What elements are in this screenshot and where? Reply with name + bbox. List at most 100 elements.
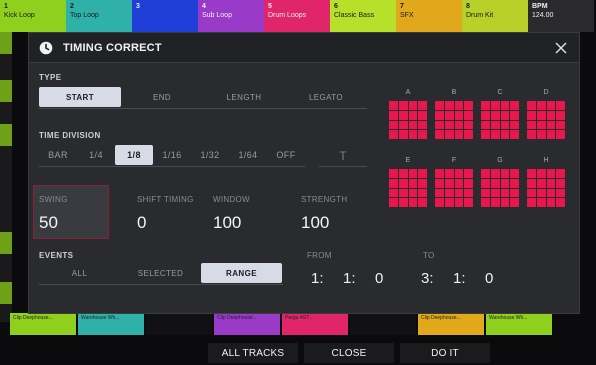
type-option-start[interactable]: START	[39, 87, 121, 107]
clip-slot: Warehouse Wh...	[78, 313, 144, 335]
pad-bank-grid[interactable]	[435, 169, 473, 207]
pad-cell	[389, 178, 398, 188]
dialog-title: TIMING CORRECT	[63, 42, 162, 54]
pad-cell	[500, 110, 510, 120]
dialog-header: TIMING CORRECT	[29, 33, 579, 63]
shift-timing-value[interactable]: 0	[137, 213, 146, 233]
pad-cell	[454, 130, 464, 139]
pad-cell	[389, 169, 398, 178]
range-from-bar[interactable]: 1:	[311, 270, 324, 287]
type-option-length[interactable]: LENGTH	[203, 87, 285, 107]
track-name: 124.00	[532, 12, 554, 19]
window-value[interactable]: 100	[213, 213, 241, 233]
pad-bank-grid[interactable]	[481, 169, 519, 207]
pad-cell	[546, 110, 556, 120]
division-option-1-32[interactable]: 1/32	[191, 145, 229, 165]
events-option-range[interactable]: RANGE	[201, 263, 282, 283]
track-header: 4 Sub Loop	[198, 0, 264, 32]
close-icon[interactable]	[553, 40, 569, 56]
range-to-tick[interactable]: 0	[485, 270, 493, 287]
pad-bank-grid[interactable]	[527, 101, 565, 139]
pad-cell	[464, 101, 473, 110]
close-button[interactable]: CLOSE	[304, 343, 394, 363]
track-number: 3	[136, 3, 140, 10]
pad-cell	[408, 130, 418, 139]
range-from-tick[interactable]: 0	[375, 270, 383, 287]
range-from-label: FROM	[307, 251, 332, 260]
range-to-beat[interactable]: 1:	[453, 270, 466, 287]
pad-cell	[444, 169, 454, 178]
pad-cell	[408, 178, 418, 188]
division-option-1-8[interactable]: 1/8	[115, 145, 153, 165]
pad-cell	[398, 130, 408, 139]
clip-row: Clip Deephouse... Warehouse Wh... Clip Dee…	[10, 313, 596, 335]
events-option-all[interactable]: ALL	[39, 263, 120, 283]
pad-cell	[444, 120, 454, 130]
range-to-label: TO	[423, 251, 435, 260]
pad-cell	[546, 188, 556, 198]
division-option-off[interactable]: OFF	[267, 145, 305, 165]
pad-bank-grid[interactable]	[527, 169, 565, 207]
pad-cell	[500, 120, 510, 130]
division-option-1-64[interactable]: 1/64	[229, 145, 267, 165]
track-header: 6 Classic Bass	[330, 0, 396, 32]
pad-cell	[510, 188, 519, 198]
triplet-toggle[interactable]: T	[319, 145, 367, 167]
all-tracks-button[interactable]: ALL TRACKS	[208, 343, 298, 363]
pad-cell	[556, 188, 565, 198]
pad-cell	[490, 169, 500, 178]
pad-bank-grid[interactable]	[481, 101, 519, 139]
pad-cell	[510, 110, 519, 120]
pad-cell	[546, 178, 556, 188]
pad-bank-label: C	[497, 89, 503, 96]
range-to-bar[interactable]: 3:	[421, 270, 434, 287]
pad-bank-grid[interactable]	[389, 169, 427, 207]
division-option-1-16[interactable]: 1/16	[153, 145, 191, 165]
pad-cell	[490, 110, 500, 120]
pad-bank-grid[interactable]	[389, 101, 427, 139]
pad-cell	[408, 120, 418, 130]
pad-cell	[435, 120, 444, 130]
side-strip	[0, 32, 12, 322]
time-division-selector: BAR 1/4 1/8 1/16 1/32 1/64 OFF	[39, 145, 305, 167]
clip-slot: Clip Deephouse...	[10, 313, 76, 335]
pad-bank-label: G	[497, 157, 503, 164]
pad-bank-label: A	[405, 89, 411, 96]
track-header: 8 Drum Kit	[462, 0, 528, 32]
pad-cell	[500, 169, 510, 178]
pad-cell	[464, 198, 473, 207]
pad-cell	[510, 101, 519, 110]
track-name: Classic Bass	[334, 12, 375, 19]
pad-cell	[527, 120, 536, 130]
type-option-legato[interactable]: LEGATO	[285, 87, 367, 107]
range-from-beat[interactable]: 1:	[343, 270, 356, 287]
events-option-selected[interactable]: SELECTED	[120, 263, 201, 283]
pad-cell	[527, 198, 536, 207]
pad-cell	[481, 188, 490, 198]
pad-cell	[454, 169, 464, 178]
pad-cell	[556, 101, 565, 110]
pad-bank-grid[interactable]	[435, 101, 473, 139]
division-option-1-4[interactable]: 1/4	[77, 145, 115, 165]
division-option-bar[interactable]: BAR	[39, 145, 77, 165]
side-strip-marker	[0, 232, 12, 254]
clip-label: Perga 4G7...	[285, 315, 314, 321]
pad-cell	[527, 130, 536, 139]
side-strip-marker	[0, 124, 12, 146]
pad-cell	[546, 120, 556, 130]
do-it-button[interactable]: DO IT	[400, 343, 490, 363]
pad-cell	[454, 178, 464, 188]
type-option-end[interactable]: END	[121, 87, 203, 107]
track-name: Kick Loop	[4, 12, 35, 19]
strength-value[interactable]: 100	[301, 213, 329, 233]
pad-cell	[454, 188, 464, 198]
pad-cell	[435, 188, 444, 198]
pad-cell	[418, 178, 427, 188]
track-number: 2	[70, 3, 74, 10]
pad-cell	[500, 130, 510, 139]
pad-cell	[398, 101, 408, 110]
pad-cell	[510, 120, 519, 130]
pad-cell	[536, 120, 546, 130]
pad-cell	[418, 101, 427, 110]
clock-icon	[39, 41, 53, 55]
